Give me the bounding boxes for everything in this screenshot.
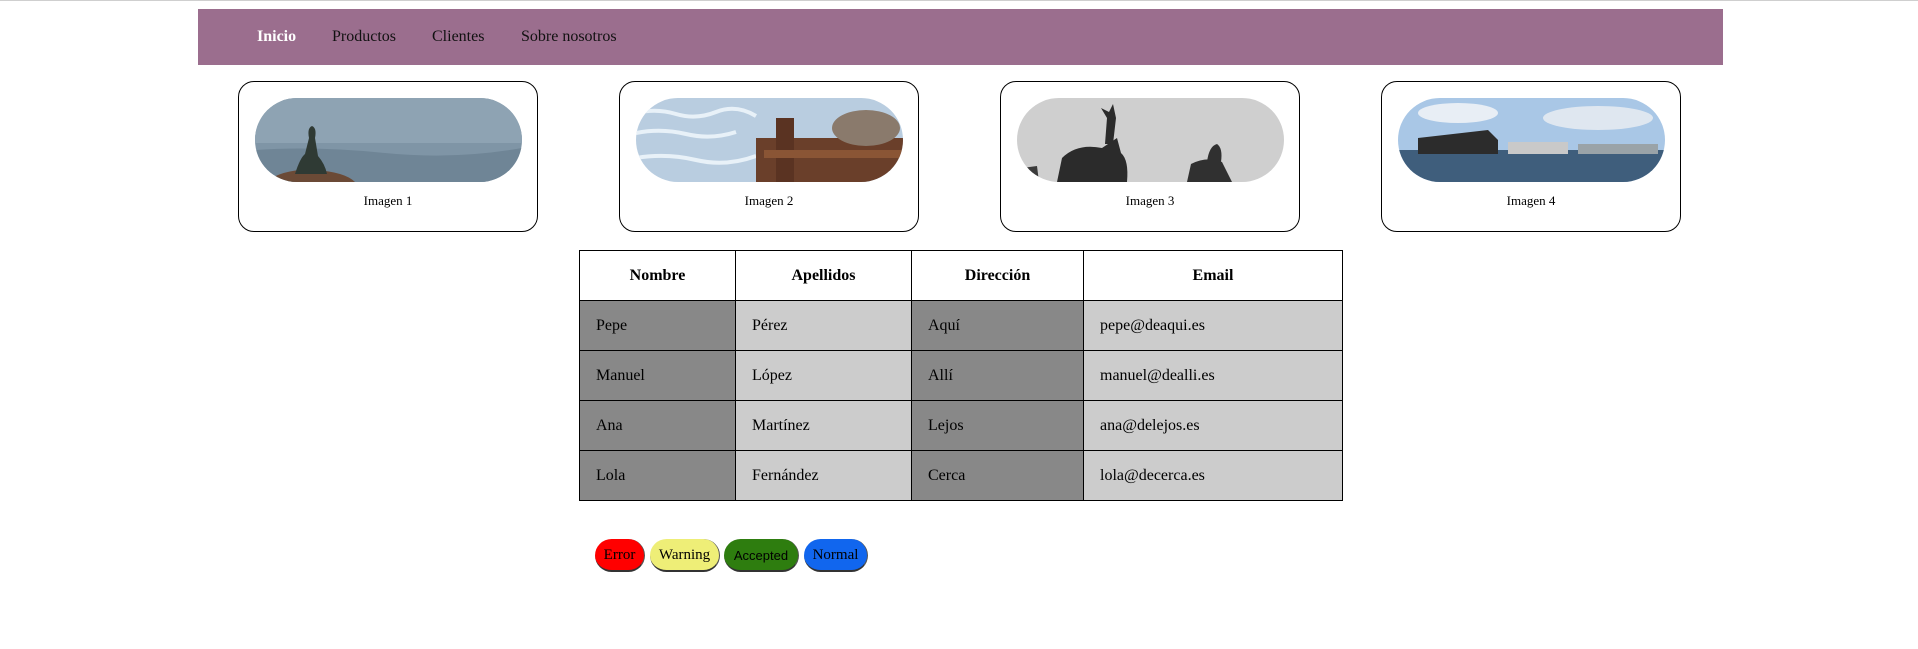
cell-email: manuel@dealli.es xyxy=(1083,350,1343,401)
normal-badge[interactable]: Normal xyxy=(804,539,868,572)
nav-item-productos[interactable]: Productos xyxy=(332,9,396,65)
cell-direccion: Cerca xyxy=(911,450,1084,501)
clients-table: Nombre Apellidos Dirección Email Pepe Pé… xyxy=(579,250,1343,501)
cell-apellidos: Pérez xyxy=(735,300,912,351)
cell-nombre: Ana xyxy=(579,400,736,451)
cell-apellidos: Fernández xyxy=(735,450,912,501)
cell-nombre: Manuel xyxy=(579,350,736,401)
table-row: Lola Fernández Cerca lola@decerca.es xyxy=(579,450,1343,501)
cell-apellidos: López xyxy=(735,350,912,401)
gallery-caption-2: Imagen 2 xyxy=(744,193,794,208)
cell-direccion: Allí xyxy=(911,350,1084,401)
table-header-row: Nombre Apellidos Dirección Email xyxy=(579,250,1343,301)
gallery-caption-4: Imagen 4 xyxy=(1506,193,1556,208)
table-row: Ana Martínez Lejos ana@delejos.es xyxy=(579,400,1343,451)
table-row: Manuel López Allí manuel@dealli.es xyxy=(579,350,1343,401)
top-rule xyxy=(0,0,1918,1)
table-row: Pepe Pérez Aquí pepe@deaqui.es xyxy=(579,300,1343,351)
column-header-nombre: Nombre xyxy=(579,250,736,301)
gallery-image-2[interactable] xyxy=(636,98,903,182)
gallery-caption-1: Imagen 1 xyxy=(363,193,413,208)
warning-badge[interactable]: Warning xyxy=(650,539,720,572)
accepted-badge[interactable]: Accepted xyxy=(724,539,799,572)
gallery-image-3[interactable] xyxy=(1017,98,1284,182)
cell-nombre: Lola xyxy=(579,450,736,501)
cell-email: ana@delejos.es xyxy=(1083,400,1343,451)
gallery-image-4[interactable] xyxy=(1398,98,1665,182)
nav-item-inicio[interactable]: Inicio xyxy=(257,9,296,65)
cell-nombre: Pepe xyxy=(579,300,736,351)
gallery-card-3: Imagen 3 xyxy=(1000,81,1300,232)
cell-apellidos: Martínez xyxy=(735,400,912,451)
nav-item-clientes[interactable]: Clientes xyxy=(432,9,484,65)
gallery-card-2: Imagen 2 xyxy=(619,81,919,232)
cell-email: lola@decerca.es xyxy=(1083,450,1343,501)
gallery-card-4: Imagen 4 xyxy=(1381,81,1681,232)
navbar: Inicio Productos Clientes Sobre nosotros xyxy=(198,9,1723,65)
gallery-caption-3: Imagen 3 xyxy=(1125,193,1175,208)
column-header-direccion: Dirección xyxy=(911,250,1084,301)
gallery-image-1[interactable] xyxy=(255,98,522,182)
cell-direccion: Lejos xyxy=(911,400,1084,451)
gallery-card-1: Imagen 1 xyxy=(238,81,538,232)
nav-item-sobre-nosotros[interactable]: Sobre nosotros xyxy=(521,9,617,65)
column-header-apellidos: Apellidos xyxy=(735,250,912,301)
error-badge[interactable]: Error xyxy=(595,539,645,572)
cell-email: pepe@deaqui.es xyxy=(1083,300,1343,351)
column-header-email: Email xyxy=(1083,250,1343,301)
cell-direccion: Aquí xyxy=(911,300,1084,351)
